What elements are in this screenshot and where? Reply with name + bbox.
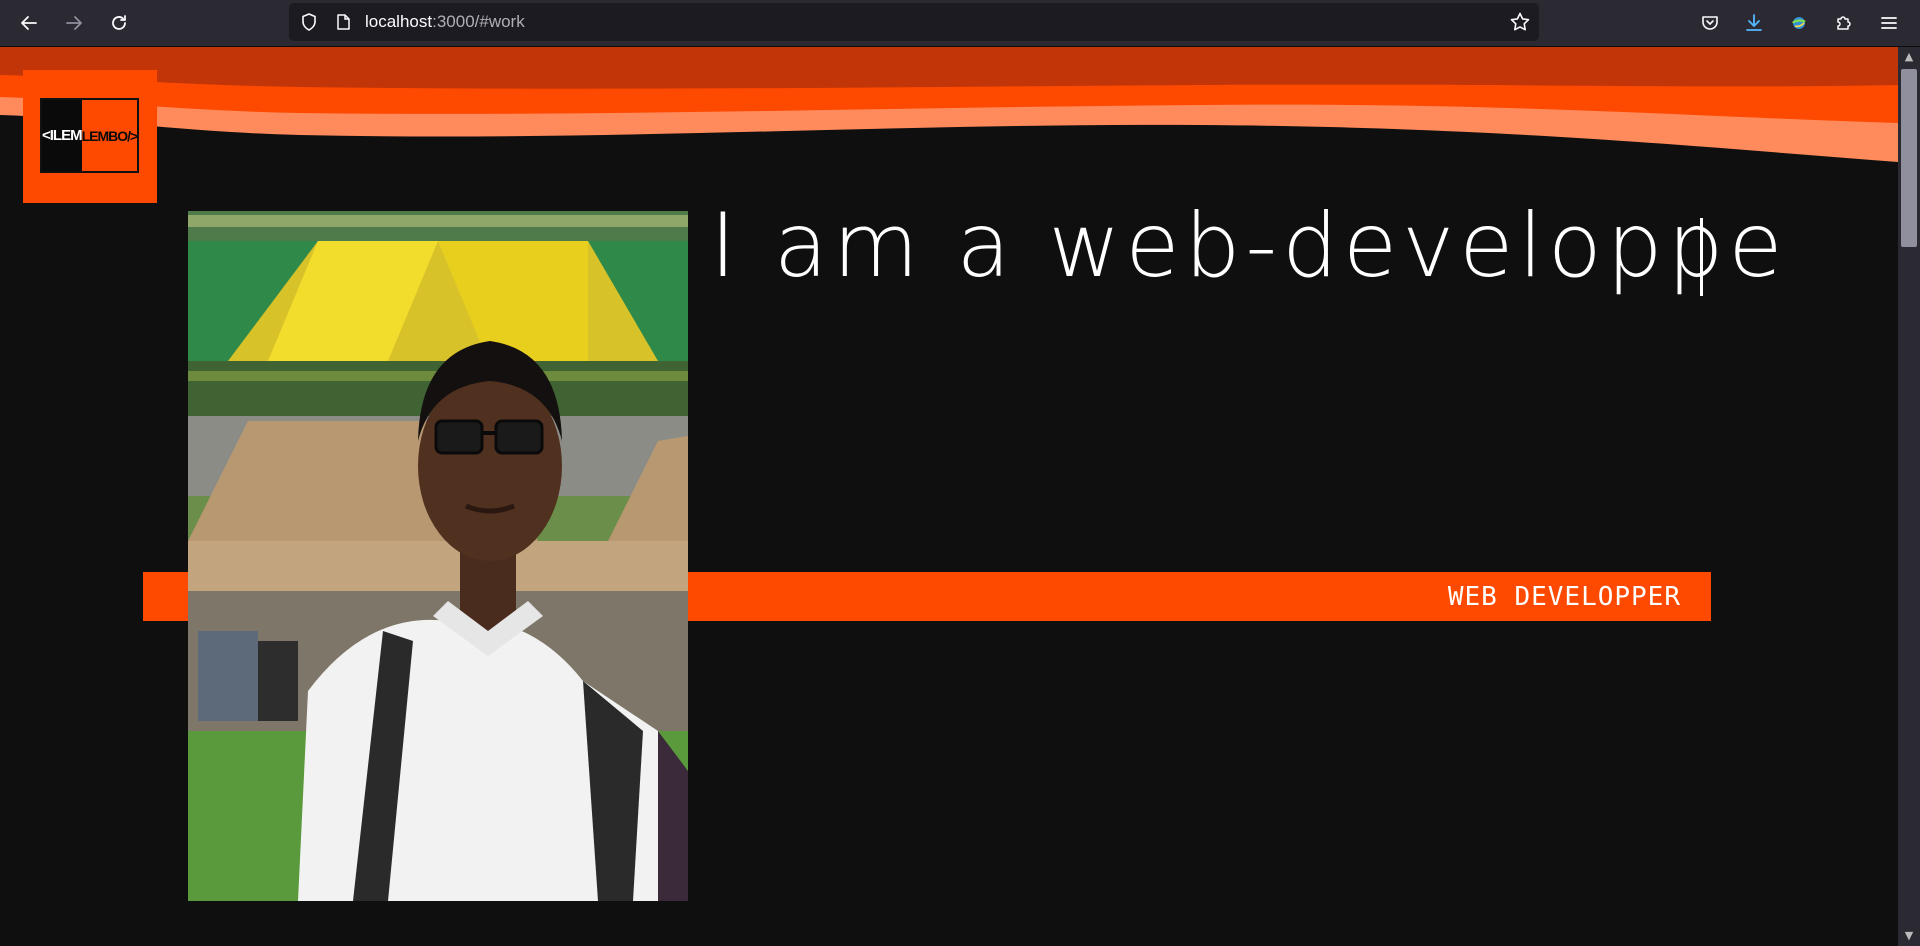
browser-toolbar: localhost:3000/#work	[0, 0, 1920, 47]
url-path: :3000/#work	[432, 12, 525, 31]
downloads-button[interactable]	[1736, 5, 1772, 41]
profile-photo-illustration	[188, 211, 688, 901]
pocket-icon	[1702, 16, 1718, 30]
forward-button[interactable]	[56, 5, 92, 41]
page-viewport: <ILEM LEMBO/> WEB DEVELOPPER I am a web-…	[0, 47, 1898, 946]
back-button[interactable]	[11, 5, 47, 41]
reload-button[interactable]	[101, 5, 137, 41]
page-scrollbar[interactable]: ▲ ▼	[1898, 47, 1920, 946]
profile-photo	[188, 211, 688, 901]
role-banner-label: WEB DEVELOPPER	[1447, 582, 1681, 612]
hamburger-icon	[1881, 17, 1897, 29]
arrow-right-icon	[66, 16, 82, 30]
page-icon[interactable]	[334, 13, 352, 31]
logo-left-text: <ILEM	[42, 100, 83, 171]
vpn-extension-button[interactable]	[1781, 5, 1817, 41]
shield-icon[interactable]	[299, 12, 319, 32]
url-text[interactable]: localhost:3000/#work	[365, 12, 525, 32]
star-icon[interactable]	[1509, 11, 1531, 33]
scroll-down-icon[interactable]: ▼	[1903, 930, 1915, 942]
site-logo[interactable]: <ILEM LEMBO/>	[23, 70, 157, 203]
hero-headline: I am a web-developpe	[710, 194, 1788, 297]
extensions-button[interactable]	[1826, 5, 1862, 41]
pocket-button[interactable]	[1692, 5, 1728, 41]
arrow-left-icon	[21, 16, 37, 30]
scroll-thumb[interactable]	[1901, 69, 1917, 247]
puzzle-icon	[1837, 16, 1851, 30]
globe-icon	[1792, 17, 1806, 29]
download-icon	[1746, 14, 1762, 31]
logo-frame: <ILEM LEMBO/>	[40, 98, 139, 173]
url-bar[interactable]: localhost:3000/#work	[289, 3, 1539, 41]
app-menu-button[interactable]	[1871, 5, 1907, 41]
header-waves	[0, 47, 1898, 162]
reload-icon	[112, 15, 126, 30]
url-host: localhost	[365, 12, 433, 31]
scroll-up-icon[interactable]: ▲	[1903, 51, 1915, 63]
logo-right-text: LEMBO/>	[81, 127, 139, 144]
typing-caret	[1700, 218, 1703, 296]
